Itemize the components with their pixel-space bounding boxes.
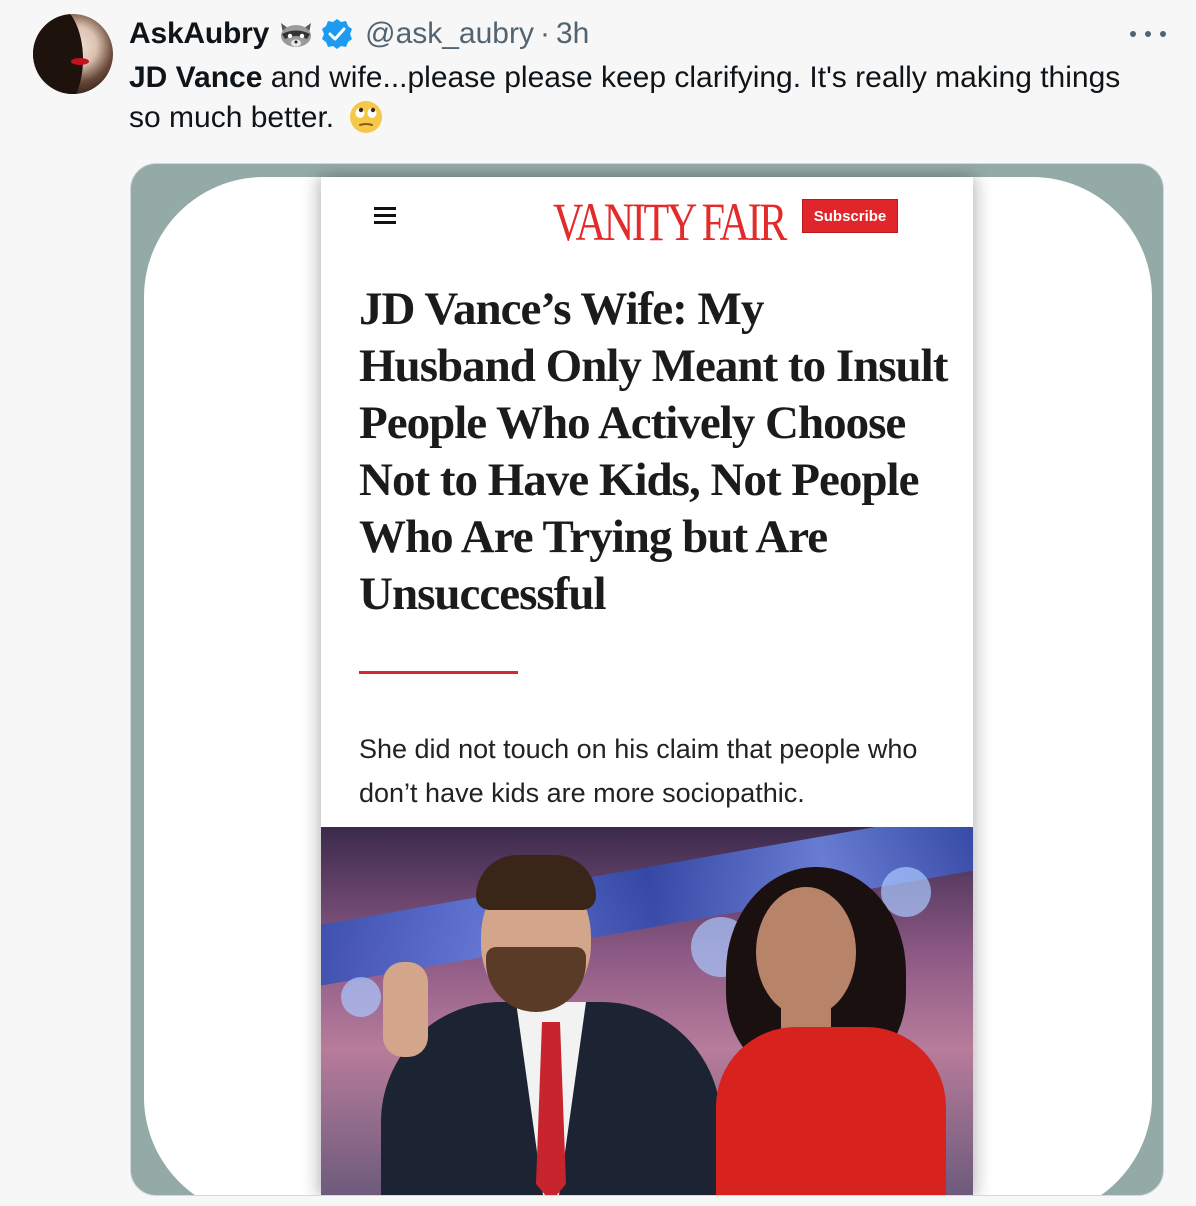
separator: · bbox=[539, 17, 550, 50]
hamburger-menu-icon bbox=[374, 207, 396, 225]
tweet-header: AskAubry @ask_aubry · 3h bbox=[129, 14, 1166, 54]
face-with-rolling-eyes-icon bbox=[348, 99, 384, 135]
article-dek: She did not touch on his claim that peop… bbox=[359, 734, 918, 808]
avatar[interactable] bbox=[33, 14, 113, 94]
timestamp[interactable]: 3h bbox=[556, 17, 589, 51]
woman-face bbox=[756, 887, 856, 1017]
more-options-icon[interactable] bbox=[1130, 24, 1166, 44]
tweet-media-image[interactable]: VANITY FAIR Subscribe JD Vance’s Wife: M… bbox=[130, 163, 1164, 1196]
article-headline: JD Vance’s Wife: My Husband Only Meant t… bbox=[359, 283, 948, 620]
avatar-lips bbox=[71, 58, 89, 65]
display-name[interactable]: AskAubry bbox=[129, 17, 269, 51]
tweet[interactable]: AskAubry @ask_aubry · 3h JD Vance and wi… bbox=[0, 0, 1196, 1206]
red-dress bbox=[716, 1027, 946, 1195]
man-hair bbox=[476, 855, 596, 910]
tweet-text-body: and wife...please please keep clarifying… bbox=[129, 61, 1121, 134]
article-photo bbox=[321, 827, 973, 1195]
subscribe-button: Subscribe bbox=[802, 199, 898, 233]
verified-badge-icon[interactable] bbox=[321, 18, 353, 50]
thumbs-up-hand bbox=[383, 962, 428, 1057]
raccoon-icon bbox=[277, 19, 315, 49]
avatar-hair bbox=[33, 14, 83, 94]
article-screenshot: VANITY FAIR Subscribe JD Vance’s Wife: M… bbox=[321, 177, 973, 1195]
tweet-text-bold: JD Vance bbox=[129, 61, 263, 94]
vanity-fair-logo: VANITY FAIR bbox=[553, 192, 787, 252]
light-bokeh bbox=[341, 977, 381, 1017]
tweet-text: JD Vance and wife...please please keep c… bbox=[129, 58, 1159, 138]
divider bbox=[359, 671, 518, 674]
handle[interactable]: @ask_aubry bbox=[365, 17, 534, 51]
